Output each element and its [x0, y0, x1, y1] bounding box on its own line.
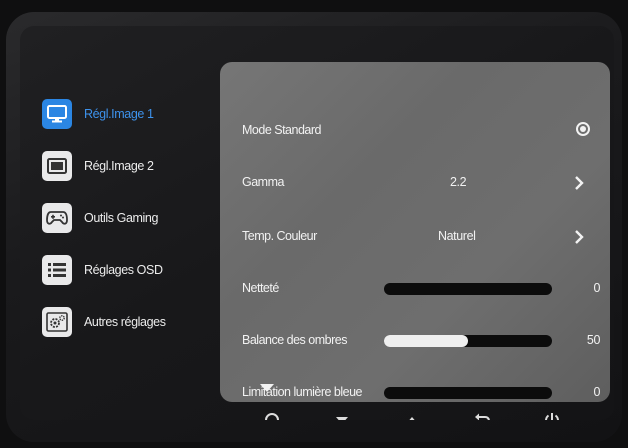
- row-label: Temp. Couleur: [242, 229, 317, 243]
- back-icon[interactable]: [470, 408, 494, 420]
- sidebar-item-label: Réglages OSD: [84, 263, 163, 277]
- scroll-down-arrow-icon[interactable]: [260, 384, 274, 392]
- circle-icon[interactable]: [260, 408, 284, 420]
- row-label: Netteté: [242, 281, 279, 295]
- row-limitation-lumiere-bleue[interactable]: Limitation lumière bleue 0: [220, 380, 610, 406]
- sidebar-item-regl-image-1[interactable]: Régl.Image 1: [42, 88, 222, 140]
- temp-couleur-value: Naturel: [438, 229, 476, 243]
- chevron-right-icon[interactable]: [570, 174, 588, 192]
- row-nettete[interactable]: Netteté 0: [220, 276, 610, 302]
- list-icon: [42, 255, 72, 285]
- osd-button-bar: [260, 408, 600, 420]
- row-label: Gamma: [242, 175, 284, 189]
- sidebar-item-label: Outils Gaming: [84, 211, 158, 225]
- settings-panel: Mode Standard Gamma 2.2 Temp. Couleur Na…: [220, 62, 610, 402]
- radio-selected-icon[interactable]: [576, 122, 590, 136]
- row-label: Mode Standard: [242, 123, 321, 137]
- row-temp-couleur[interactable]: Temp. Couleur Naturel: [220, 224, 610, 250]
- slider-fill: [384, 335, 468, 347]
- sidebar-item-label: Régl.Image 2: [84, 159, 154, 173]
- gamma-value: 2.2: [450, 175, 467, 189]
- down-arrow-icon[interactable]: [330, 408, 354, 420]
- sidebar-item-label: Régl.Image 1: [84, 107, 154, 121]
- osd-sidebar: Régl.Image 1 Régl.Image 2 Outils Gaming …: [42, 88, 222, 348]
- up-arrow-icon[interactable]: [400, 408, 424, 420]
- nettete-slider[interactable]: [384, 283, 552, 295]
- lumiere-bleue-slider[interactable]: [384, 387, 552, 399]
- chevron-right-icon[interactable]: [570, 228, 588, 246]
- lumiere-bleue-value: 0: [593, 385, 600, 399]
- sidebar-item-outils-gaming[interactable]: Outils Gaming: [42, 192, 222, 244]
- sidebar-item-autres-reglages[interactable]: Autres réglages: [42, 296, 222, 348]
- balance-ombres-value: 50: [586, 333, 601, 347]
- row-balance-ombres[interactable]: Balance des ombres 50: [220, 328, 610, 354]
- gamepad-icon: [42, 203, 72, 233]
- row-mode-standard[interactable]: Mode Standard: [220, 118, 610, 144]
- row-gamma[interactable]: Gamma 2.2: [220, 170, 610, 196]
- power-icon[interactable]: [540, 408, 564, 420]
- settings-gear-icon: [42, 307, 72, 337]
- balance-ombres-slider[interactable]: [384, 335, 552, 347]
- sidebar-item-label: Autres réglages: [84, 315, 166, 329]
- screen-icon: [42, 151, 72, 181]
- sidebar-item-reglages-osd[interactable]: Réglages OSD: [42, 244, 222, 296]
- sidebar-item-regl-image-2[interactable]: Régl.Image 2: [42, 140, 222, 192]
- nettete-value: 0: [593, 281, 600, 295]
- row-label: Balance des ombres: [242, 333, 347, 347]
- osd-screen: Régl.Image 1 Régl.Image 2 Outils Gaming …: [20, 26, 614, 420]
- monitor-icon: [42, 99, 72, 129]
